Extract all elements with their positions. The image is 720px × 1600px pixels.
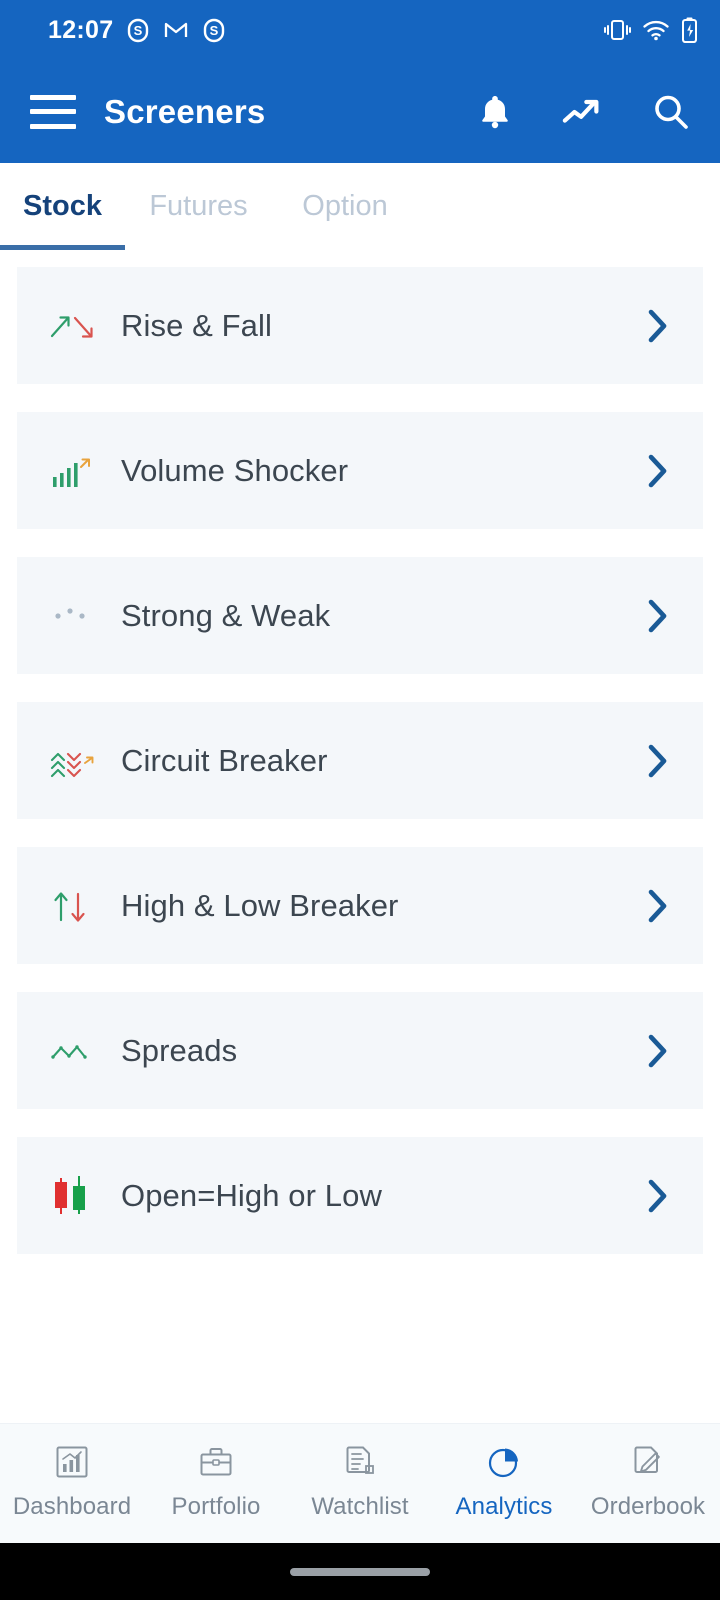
trending-up-icon[interactable] [562,91,604,133]
screener-label: Volume Shocker [121,452,349,488]
chevron-right-icon [643,1177,673,1215]
screener-label: High & Low Breaker [121,887,399,923]
search-icon[interactable] [650,91,692,133]
document-list-icon [342,1442,378,1482]
screener-label: Rise & Fall [121,307,272,343]
status-bar-right [603,16,698,44]
high-low-arrows-icon [45,884,103,928]
app-bar: Screeners [0,60,720,163]
screener-row-volume-shocker[interactable]: Volume Shocker [17,412,703,529]
screener-label: Open=High or Low [121,1177,382,1213]
screener-label: Circuit Breaker [121,742,328,778]
app-bar-actions [474,91,692,133]
spreads-zigzag-icon [45,1029,103,1073]
nav-label: Watchlist [311,1493,409,1520]
status-bar: 12:07 S S [0,0,720,60]
screener-row-rise-fall[interactable]: Rise & Fall [17,267,703,384]
nav-item-analytics[interactable]: Analytics [433,1442,575,1521]
volume-bars-icon [45,449,103,493]
nav-label: Portfolio [171,1493,261,1520]
tab-stock[interactable]: Stock [0,163,125,250]
page-title: Screeners [104,92,266,130]
chevron-right-icon [643,742,673,780]
screener-label: Spreads [121,1032,238,1068]
document-pen-icon [630,1442,666,1482]
screener-row-open-high-low[interactable]: Open=High or Low [17,1137,703,1254]
chevron-right-icon [643,452,673,490]
status-time: 12:07 [48,15,114,44]
bottom-navigation: Dashboard Portfolio Watchlist Analytics [0,1423,720,1543]
wifi-icon [642,17,670,43]
notifications-bell-icon[interactable] [474,91,516,133]
vibrate-mode-icon [603,17,631,43]
hamburger-line-3 [30,123,76,129]
nav-label: Analytics [455,1493,553,1520]
chevron-right-icon [643,597,673,635]
svg-text:S: S [210,23,219,38]
chevron-right-icon [643,307,673,345]
screener-row-spreads[interactable]: Spreads [17,992,703,1109]
circuit-chevrons-icon [45,739,103,783]
briefcase-icon [198,1442,234,1482]
battery-charging-icon [681,16,698,44]
rise-fall-arrows-icon [45,304,103,348]
chevron-right-icon [643,1032,673,1070]
screener-row-strong-weak[interactable]: Strong & Weak [17,557,703,674]
tab-futures[interactable]: Futures [125,163,272,250]
segment-tabs: Stock Futures Option [0,163,720,251]
screener-label: Strong & Weak [121,597,331,633]
candlestick-icon [45,1174,103,1218]
nav-item-dashboard[interactable]: Dashboard [1,1442,143,1521]
nav-label: Orderbook [590,1493,706,1520]
skype-notification-icon-2: S [203,17,225,43]
hamburger-menu-icon[interactable] [30,94,76,129]
screener-list: Rise & Fall Volume Shocker Strong & Weak… [0,251,720,1423]
chevron-right-icon [643,887,673,925]
screener-row-high-low-breaker[interactable]: High & Low Breaker [17,847,703,964]
gmail-icon [163,17,189,43]
skype-notification-icon: S [127,17,149,43]
app-screen: 12:07 S S Screeners Stock Futures Option… [0,0,720,1600]
status-bar-left: 12:07 S S [48,16,225,45]
svg-text:S: S [134,23,143,38]
nav-item-watchlist[interactable]: Watchlist [289,1442,431,1521]
home-indicator[interactable] [290,1567,430,1576]
nav-item-orderbook[interactable]: Orderbook [577,1442,719,1521]
strong-weak-dots-icon [45,594,103,638]
gesture-navigation-bar [0,1543,720,1600]
nav-item-portfolio[interactable]: Portfolio [145,1442,287,1521]
dashboard-chart-icon [54,1442,90,1482]
hamburger-line-1 [30,94,76,100]
hamburger-line-2 [30,109,76,114]
nav-label: Dashboard [12,1493,132,1520]
pie-chart-icon [486,1442,522,1482]
screener-row-circuit-breaker[interactable]: Circuit Breaker [17,702,703,819]
tab-option[interactable]: Option [272,163,418,250]
